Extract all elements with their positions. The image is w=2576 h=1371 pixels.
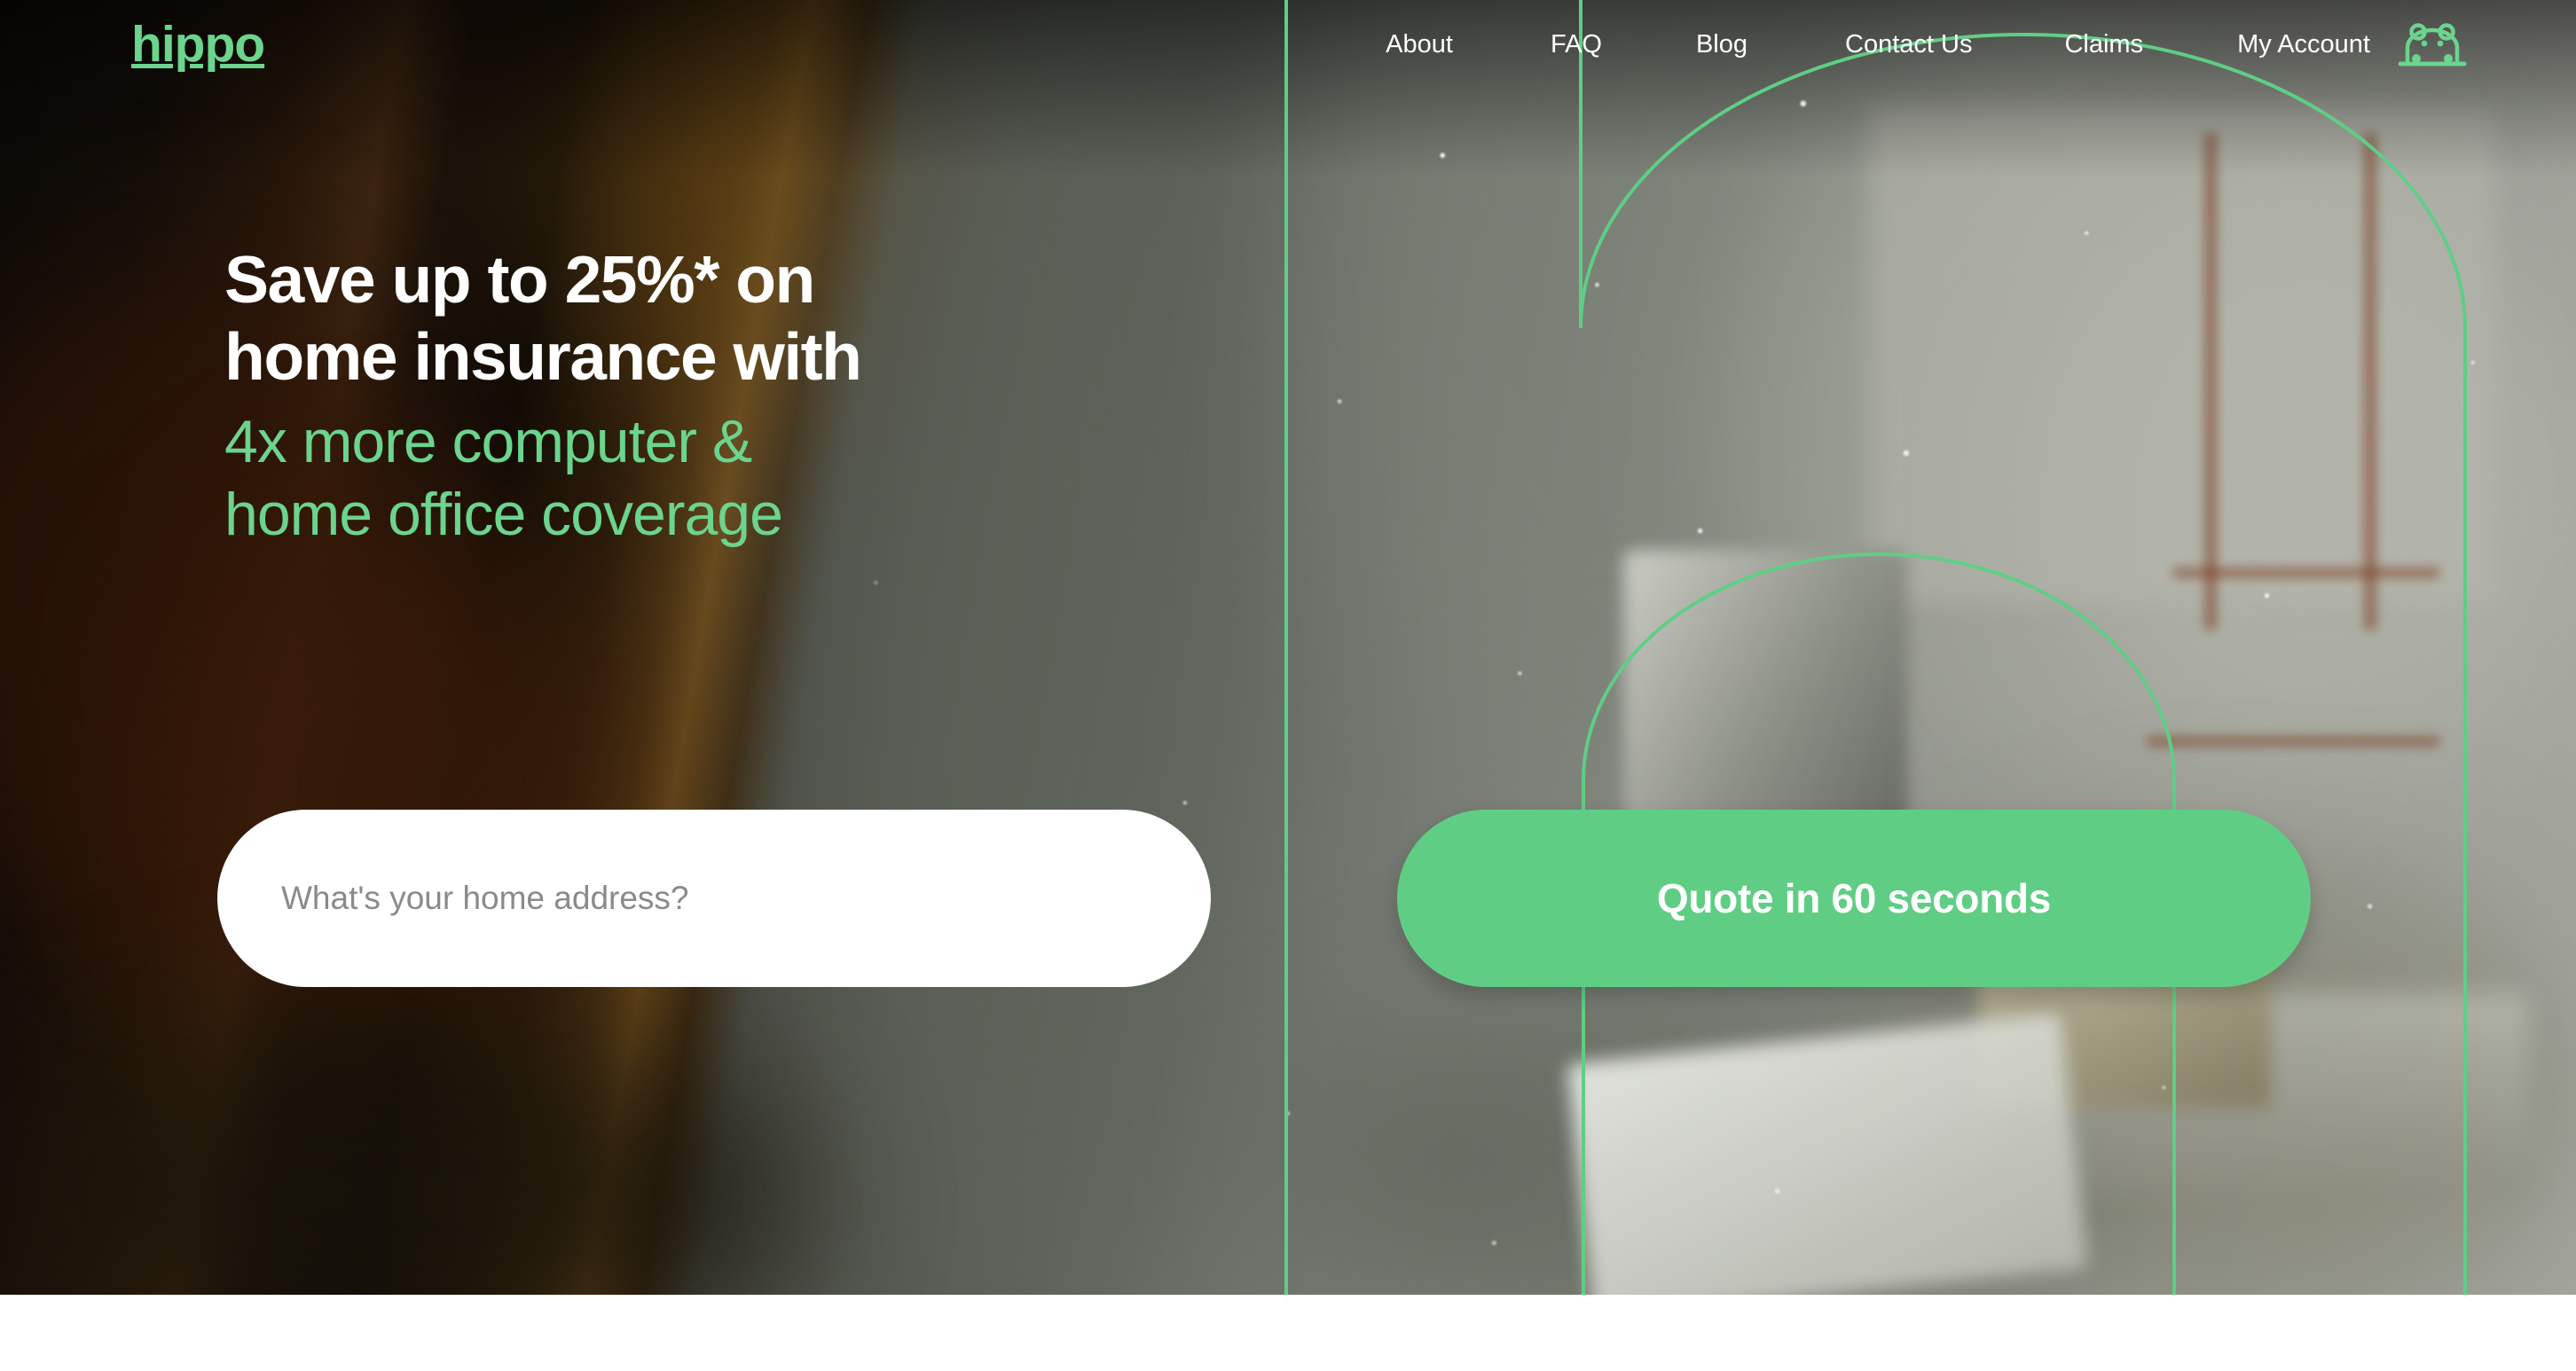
nav-links: About FAQ Blog Contact Us Claims My Acco…: [1386, 21, 2468, 67]
hero-subheadline-line-2: home office coverage: [224, 480, 783, 548]
background-pen-cup: [1623, 550, 1907, 842]
address-search-bar: Quote in 60 seconds: [217, 810, 2311, 987]
hippo-icon[interactable]: [2397, 21, 2468, 67]
page-body-below-hero: [0, 1295, 2576, 1371]
background-rod: [2204, 133, 2217, 630]
nav-link-blog[interactable]: Blog: [1696, 30, 1747, 59]
background-rod: [2364, 133, 2376, 630]
address-input[interactable]: [281, 880, 1133, 917]
hero-background-image: [0, 0, 2576, 1295]
hero-subheadline-line-1: 4x more computer &: [224, 408, 752, 475]
hippo-icon-glyph: [2398, 23, 2467, 67]
hero-headline-line-2: home insurance with: [224, 319, 862, 394]
nav-link-faq[interactable]: FAQ: [1551, 30, 1602, 59]
top-navigation: hippo About FAQ Blog Contact Us Claims M…: [0, 0, 2576, 89]
background-blur-blob: [798, 0, 1260, 1295]
hero-headline: Save up to 25%* on home insurance with: [224, 241, 862, 396]
hero-subheadline: 4x more computer & home office coverage: [224, 406, 860, 551]
address-input-container[interactable]: [217, 810, 1211, 987]
nav-link-my-account[interactable]: My Account: [2237, 30, 2370, 59]
hippo-logo[interactable]: hippo: [131, 19, 265, 70]
nav-link-contact-us[interactable]: Contact Us: [1845, 30, 1972, 59]
background-shelf: [1872, 106, 2493, 603]
quote-cta-button[interactable]: Quote in 60 seconds: [1397, 810, 2311, 987]
hero-copy: Save up to 25%* on home insurance with 4…: [224, 241, 862, 551]
nav-link-about[interactable]: About: [1386, 30, 1453, 59]
background-rod: [2147, 736, 2439, 747]
hero-section: hippo About FAQ Blog Contact Us Claims M…: [0, 0, 2576, 1295]
hero-headline-line-1: Save up to 25%* on: [224, 242, 815, 317]
background-rod: [2173, 568, 2439, 578]
nav-link-claims[interactable]: Claims: [2064, 30, 2143, 59]
